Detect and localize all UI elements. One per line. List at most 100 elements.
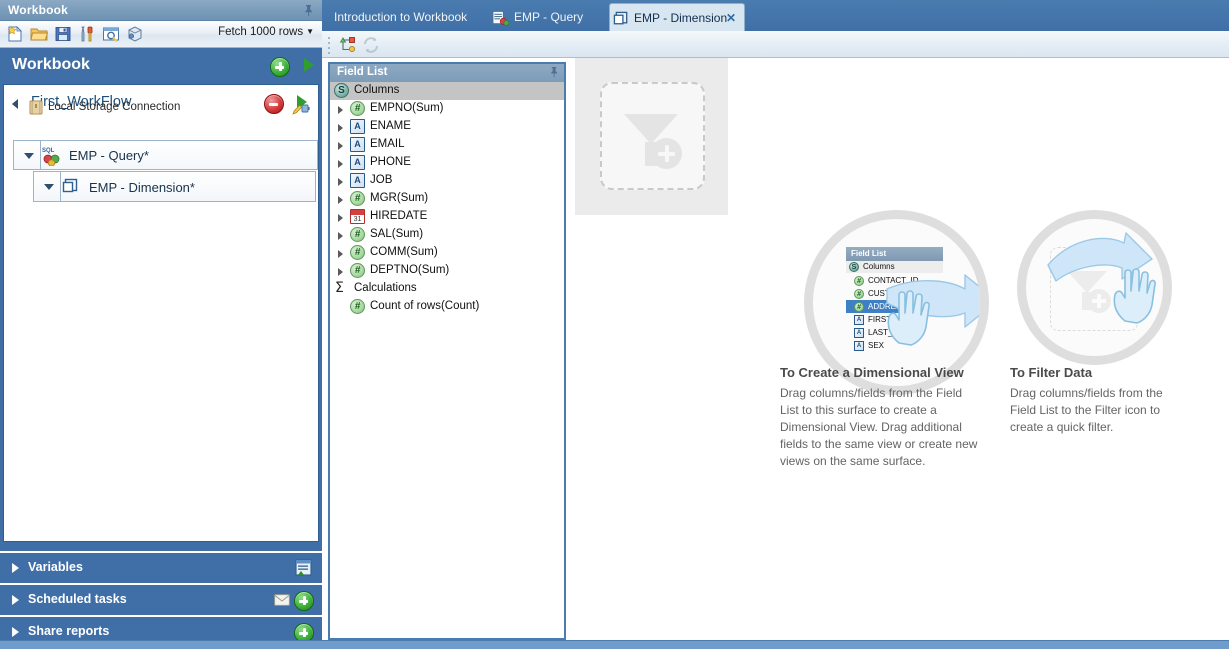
sql-query-icon: SQL <box>42 145 62 171</box>
sidebar-section-scheduled-tasks[interactable]: Scheduled tasks <box>0 583 322 613</box>
illustration-field-list-title: Field List <box>851 249 887 258</box>
field-label: COMM(Sum) <box>370 246 438 258</box>
tab-label: EMP - Query <box>514 10 584 24</box>
tab-introduction-to-workbook[interactable]: Introduction to Workbook <box>334 3 482 31</box>
tab-label: Introduction to Workbook <box>334 10 468 24</box>
date-field-icon: 31 <box>350 209 365 224</box>
close-icon[interactable]: ✕ <box>726 4 736 32</box>
field-list-item[interactable]: A ENAME <box>330 118 564 136</box>
sidebar-section-variables[interactable]: Variables <box>0 551 322 581</box>
pin-icon[interactable] <box>303 4 314 17</box>
number-field-icon: # <box>350 191 365 206</box>
source-icon: S <box>849 262 859 272</box>
sidebar-section-label: Scheduled tasks <box>28 592 127 606</box>
expand-triangle-icon[interactable] <box>24 153 34 159</box>
tree-node-label: EMP - Query* <box>69 148 149 163</box>
variables-icon[interactable] <box>295 559 312 581</box>
number-field-icon: # <box>350 263 365 278</box>
field-list-item[interactable]: A EMAIL <box>330 136 564 154</box>
new-document-icon[interactable] <box>5 24 25 44</box>
number-field-icon: # <box>350 299 365 314</box>
svg-text:SQL: SQL <box>42 148 55 154</box>
tree-node-emp-query[interactable]: SQL EMP - Query* <box>13 140 318 170</box>
workbook-header: Workbook <box>0 48 322 84</box>
tree-node-emp-dimension[interactable]: EMP - Dimension* <box>33 171 316 202</box>
field-list-calculations-group[interactable]: Σ Calculations <box>330 280 564 298</box>
package-icon[interactable] <box>125 24 145 44</box>
field-list-title: Field List <box>337 66 388 78</box>
expand-arrow-icon[interactable] <box>338 232 343 240</box>
field-list-item[interactable]: # DEPTNO(Sum) <box>330 262 564 280</box>
expand-arrow-icon[interactable] <box>338 178 343 186</box>
pin-icon[interactable] <box>549 66 559 81</box>
open-folder-icon[interactable] <box>29 24 49 44</box>
number-field-icon: # <box>350 101 365 116</box>
field-list-columns-group[interactable]: S Columns <box>330 82 564 100</box>
calculations-group-label: Calculations <box>354 282 417 294</box>
workbook-panel: Workbook Fetch 1000 rows ▼ Workbook Firs… <box>0 0 322 649</box>
field-label: MGR(Sum) <box>370 192 429 204</box>
funnel-plus-icon <box>624 114 682 169</box>
workflow-root-row[interactable]: First_WorkFlow Local Storage Connection <box>4 85 318 123</box>
field-list-item[interactable]: # Count of rows(Count) <box>330 298 564 316</box>
field-list-item[interactable]: A JOB <box>330 172 564 190</box>
collapse-triangle-icon[interactable] <box>12 99 18 109</box>
field-label: JOB <box>370 174 393 186</box>
add-workflow-button[interactable] <box>270 57 290 77</box>
field-list-item[interactable]: # EMPNO(Sum) <box>330 100 564 118</box>
tab-emp-dimension[interactable]: EMP - Dimension ✕ <box>609 3 745 31</box>
expand-arrow-icon[interactable] <box>338 268 343 276</box>
design-canvas[interactable]: Field List S Columns # CONTACT_ID # CUST… <box>570 58 1229 640</box>
text-field-icon: A <box>854 341 864 351</box>
expand-triangle-icon[interactable] <box>44 184 54 190</box>
tools-icon[interactable] <box>77 24 97 44</box>
field-label: EMAIL <box>370 138 405 150</box>
field-label: ENAME <box>370 120 411 132</box>
filter-drop-target[interactable] <box>600 82 705 190</box>
stop-workflow-button[interactable] <box>264 94 284 114</box>
hand-cursor-icon <box>887 290 930 346</box>
fetch-rows-dropdown[interactable]: Fetch 1000 rows ▼ <box>218 26 314 38</box>
expand-arrow-icon[interactable] <box>338 160 343 168</box>
field-list-item[interactable]: 31 HIREDATE <box>330 208 564 226</box>
hand-cursor-icon <box>1113 268 1156 324</box>
expand-arrow-icon[interactable] <box>338 142 343 150</box>
field-label: SAL(Sum) <box>370 228 424 240</box>
text-field-icon: A <box>854 328 864 338</box>
sigma-icon: Σ <box>335 280 344 296</box>
field-label: EMPNO(Sum) <box>370 102 444 114</box>
mail-icon[interactable] <box>274 593 290 611</box>
help-body: Drag columns/fields from the Field List … <box>1010 386 1163 434</box>
expand-arrow-icon[interactable] <box>338 106 343 114</box>
refresh-icon <box>362 36 380 59</box>
field-label: DEPTNO(Sum) <box>370 264 450 276</box>
sidebar-section-label: Variables <box>28 560 83 574</box>
number-field-icon: # <box>854 302 864 312</box>
field-list-item[interactable]: # COMM(Sum) <box>330 244 564 262</box>
preview-icon[interactable] <box>101 24 121 44</box>
fetch-rows-label: Fetch 1000 rows <box>218 26 304 38</box>
expand-arrow-icon[interactable] <box>338 196 343 204</box>
number-field-icon: # <box>350 245 365 260</box>
expand-arrow-icon[interactable] <box>338 250 343 258</box>
expand-arrow-icon[interactable] <box>338 124 343 132</box>
save-disk-icon[interactable] <box>53 24 73 44</box>
add-scheduled-task-button[interactable] <box>294 591 314 611</box>
help-body: Drag columns/fields from the Field List … <box>780 386 978 468</box>
field-label: Count of rows(Count) <box>370 300 480 312</box>
hierarchy-icon[interactable] <box>338 35 358 60</box>
tab-emp-query[interactable]: EMP - Query <box>492 3 612 31</box>
text-field-icon: A <box>350 137 365 152</box>
field-list-item[interactable]: # MGR(Sum) <box>330 190 564 208</box>
run-workbook-button[interactable] <box>304 58 314 72</box>
expand-arrow-icon[interactable] <box>338 214 343 222</box>
illustration-field-label: SEX <box>868 341 885 350</box>
text-field-icon: A <box>350 119 365 134</box>
field-list-item[interactable]: # SAL(Sum) <box>330 226 564 244</box>
workbook-toolbar: Fetch 1000 rows ▼ <box>0 21 322 48</box>
edit-connection-icon[interactable] <box>292 102 310 115</box>
filter-drop-zone[interactable] <box>575 58 728 215</box>
tree-node-label: EMP - Dimension* <box>89 180 195 195</box>
field-list-item[interactable]: A PHONE <box>330 154 564 172</box>
toolbar-grip[interactable] <box>328 37 331 54</box>
